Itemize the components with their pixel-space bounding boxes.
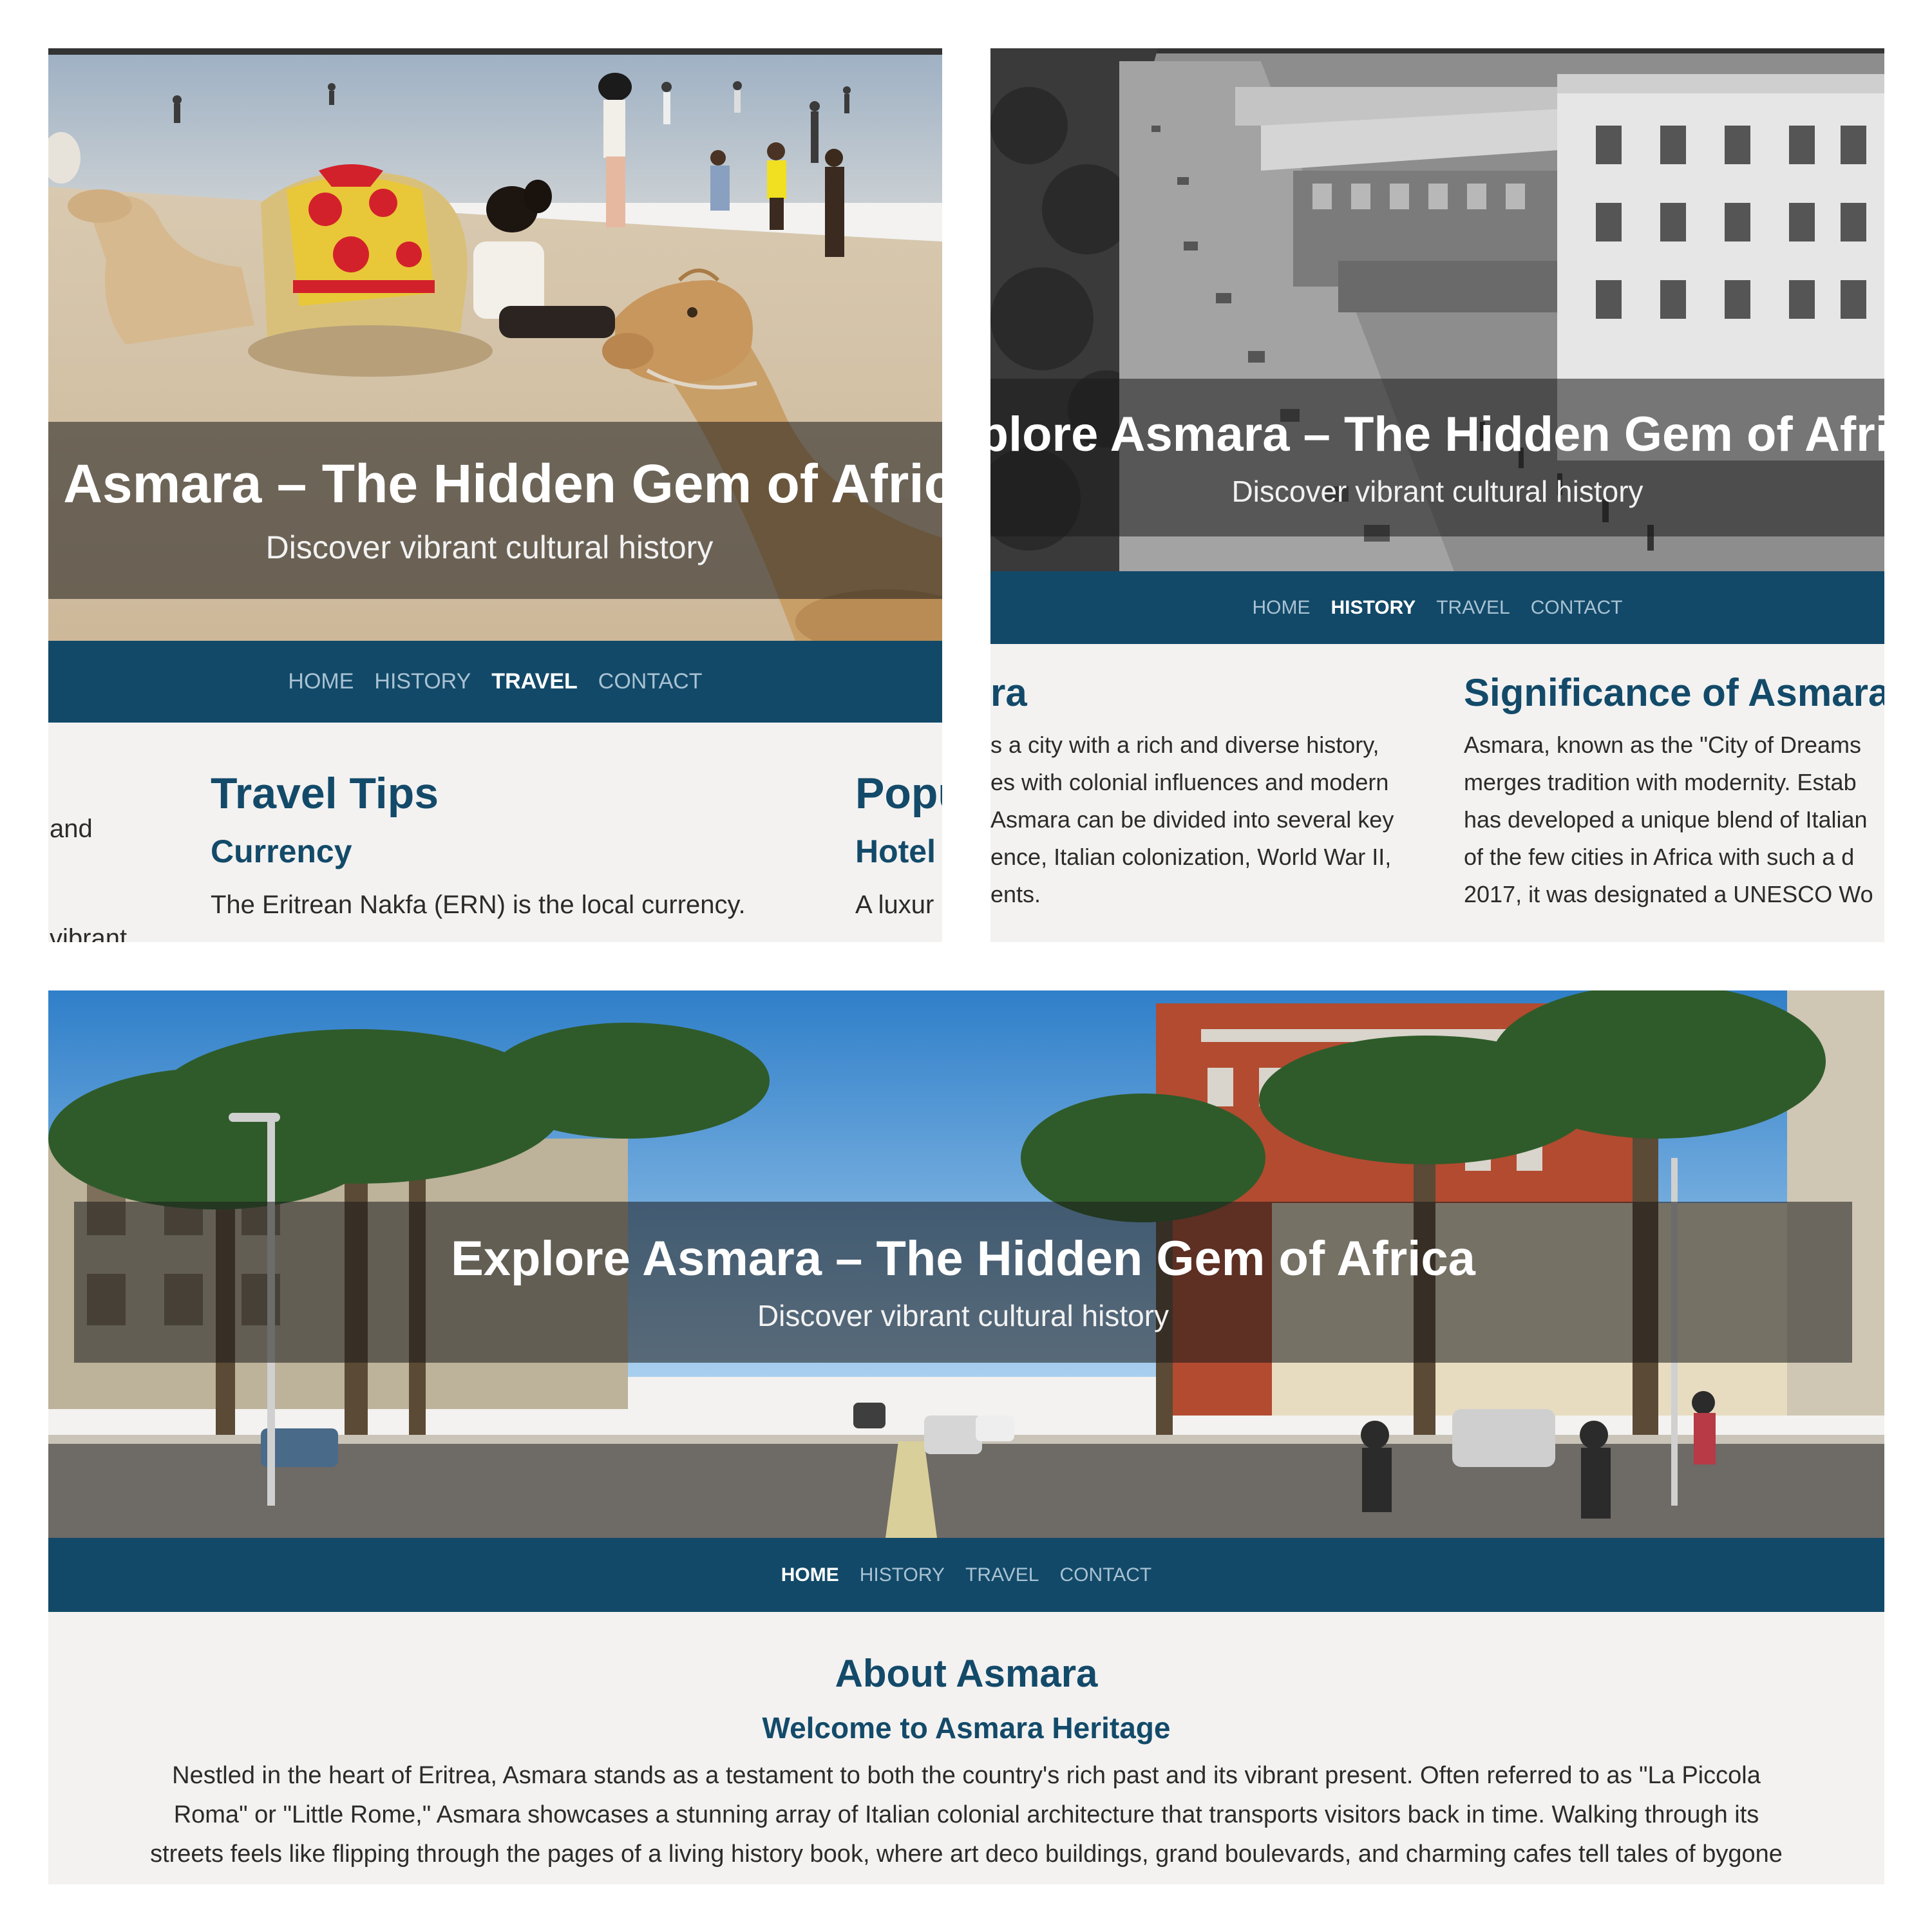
travel-tips-heading: Travel Tips [211, 769, 439, 818]
about-heading: About Asmara [835, 1652, 1098, 1695]
popular-heading: Popu [855, 769, 942, 818]
main-nav: HOME HISTORY TRAVEL CONTACT [48, 641, 942, 723]
nav-home[interactable]: HOME [781, 1564, 839, 1586]
main-nav: HOME HISTORY TRAVEL CONTACT [48, 1538, 1884, 1612]
nav-home[interactable]: HOME [1253, 597, 1311, 619]
main-nav: HOME HISTORY TRAVEL CONTACT [990, 571, 1884, 644]
home-hero: Explore Asmara – The Hidden Gem of Afric… [48, 990, 1884, 1538]
history-line: ence, Italian colonization, World War II… [990, 844, 1392, 870]
about-line: Nestled in the heart of Eritrea, Asmara … [172, 1762, 1761, 1789]
popular-column: Popu Hotel A luxur [855, 723, 942, 942]
hero-title: Explore Asmara – The Hidden Gem of Afric… [451, 1231, 1475, 1286]
fragment-line: vibrant [50, 924, 128, 942]
currency-text: The Eritrean Nakfa (ERN) is the local cu… [211, 891, 746, 919]
history-content: ra s a city with a rich and diverse hist… [990, 644, 1884, 942]
significance-line: merges tradition with modernity. Estab [1464, 769, 1857, 795]
travel-tips-column: Travel Tips Currency The Eritrean Nakfa … [211, 723, 790, 942]
hero-caption: Explore Asmara – The Hidden Gem of Afric… [990, 379, 1884, 536]
hotel-text: A luxur [855, 891, 934, 919]
history-hero: Explore Asmara – The Hidden Gem of Afric… [990, 48, 1884, 571]
significance-line: 2017, it was designated a UNESCO Wo [1464, 881, 1873, 907]
significance-line: of the few cities in Africa with such a … [1464, 844, 1855, 870]
hero-title: Explore Asmara – The Hidden Gem of Afric… [990, 406, 1884, 462]
hero-caption: Explore Asmara – The Hidden Gem of Afric… [74, 1202, 1852, 1363]
nav-contact[interactable]: CONTACT [1059, 1564, 1151, 1586]
home-content: About Asmara Welcome to Asmara Heritage … [48, 1612, 1884, 1884]
nav-history[interactable]: HISTORY [860, 1564, 945, 1586]
nav-travel[interactable]: TRAVEL [1436, 597, 1510, 619]
significance-line: has developed a unique blend of Italian [1464, 806, 1868, 833]
history-left-column: ra s a city with a rich and diverse hist… [990, 644, 1441, 942]
significance-line: Asmara, known as the "City of Dreams [1464, 732, 1861, 758]
nav-home[interactable]: HOME [288, 669, 354, 694]
welcome-heading: Welcome to Asmara Heritage [762, 1711, 1171, 1745]
hero-title: Explore Asmara – The Hidden Gem of Afric… [48, 453, 942, 514]
about-line: streets feels like flipping through the … [150, 1841, 1783, 1868]
history-line: s a city with a rich and diverse history… [990, 732, 1379, 758]
history-line: Asmara can be divided into several key [990, 806, 1394, 833]
nav-history[interactable]: HISTORY [1331, 597, 1416, 619]
nav-travel[interactable]: TRAVEL [491, 669, 577, 694]
about-line: Roma" or "Little Rome," Asmara showcases… [173, 1801, 1759, 1828]
nav-travel[interactable]: TRAVEL [965, 1564, 1039, 1586]
history-heading: ra [990, 671, 1027, 714]
travel-content: and vibrant Travel Tips Currency The Eri… [48, 723, 942, 942]
history-line: es with colonial influences and modern [990, 769, 1389, 795]
currency-subheading: Currency [211, 833, 352, 869]
travel-page-panel: Explore Asmara – The Hidden Gem of Afric… [48, 48, 942, 942]
nav-contact[interactable]: CONTACT [1531, 597, 1623, 619]
history-line: ents. [990, 881, 1041, 907]
history-page-panel: Explore Asmara – The Hidden Gem of Afric… [990, 48, 1884, 942]
fragment-line: and [50, 815, 93, 843]
significance-heading: Significance of Asmara [1464, 671, 1884, 714]
nav-contact[interactable]: CONTACT [598, 669, 703, 694]
home-page-panel: Explore Asmara – The Hidden Gem of Afric… [48, 990, 1884, 1884]
hero-subtitle: Discover vibrant cultural history [1231, 474, 1643, 508]
left-fragment: and vibrant [48, 723, 177, 942]
hero-subtitle: Discover vibrant cultural history [265, 529, 714, 565]
hero-caption: Explore Asmara – The Hidden Gem of Afric… [48, 422, 942, 599]
significance-column: Significance of Asmara Asmara, known as … [1464, 644, 1884, 942]
nav-history[interactable]: HISTORY [374, 669, 471, 694]
travel-hero: Explore Asmara – The Hidden Gem of Afric… [48, 48, 942, 641]
hero-subtitle: Discover vibrant cultural history [757, 1299, 1170, 1332]
hotel-subheading: Hotel [855, 833, 936, 869]
